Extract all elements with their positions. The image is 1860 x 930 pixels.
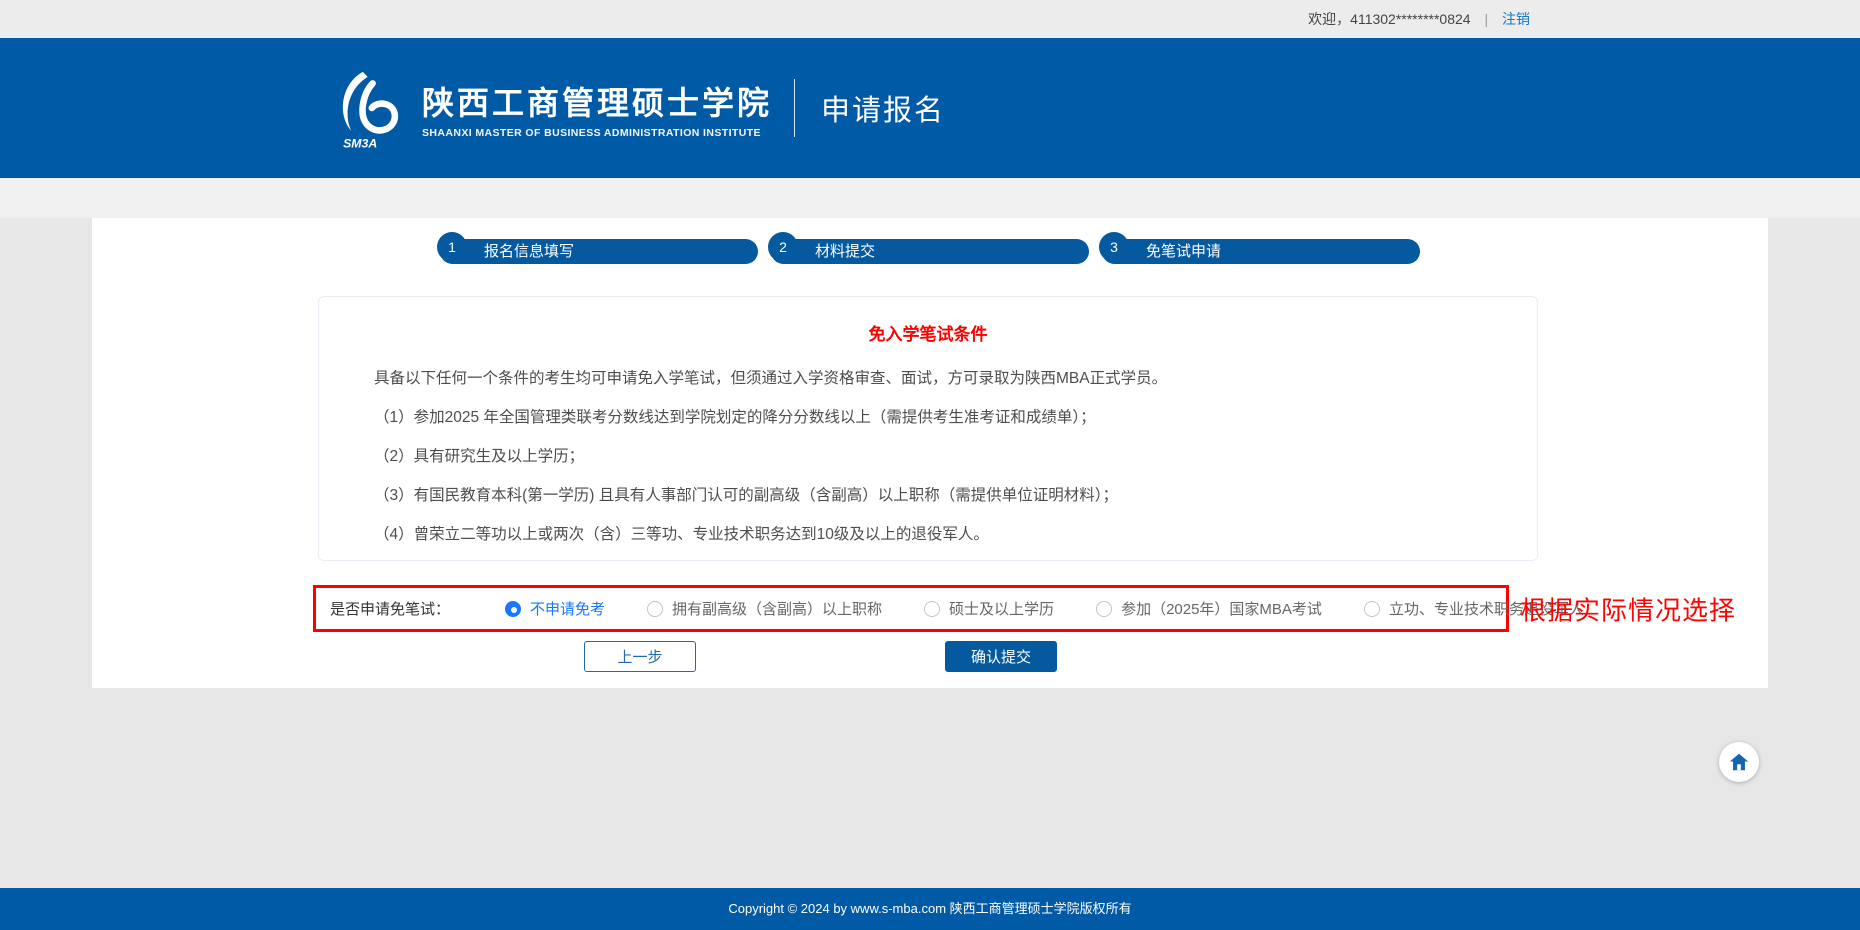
topbar-separator: | bbox=[1484, 11, 1488, 27]
institute-name-en: SHAANXI MASTER OF BUSINESS ADMINISTRATIO… bbox=[422, 127, 772, 139]
welcome-text: 欢迎，411302********0824 bbox=[1308, 11, 1470, 27]
step-tab-3[interactable]: 3 免笔试申请 bbox=[1102, 239, 1420, 264]
header: SM3A 陕西工商管理硕士学院 SHAANXI MASTER OF BUSINE… bbox=[0, 38, 1860, 178]
step-label: 报名信息填写 bbox=[440, 239, 758, 264]
home-button[interactable] bbox=[1719, 742, 1759, 782]
step-tab-2[interactable]: 2 材料提交 bbox=[771, 239, 1089, 264]
step-tabs: 1 报名信息填写 2 材料提交 3 免笔试申请 bbox=[92, 218, 1768, 268]
exemption-question-label: 是否申请免笔试： bbox=[330, 598, 450, 619]
logo-text-block: 陕西工商管理硕士学院 SHAANXI MASTER OF BUSINESS AD… bbox=[422, 78, 772, 139]
step-label: 免笔试申请 bbox=[1102, 239, 1420, 264]
content-card: 1 报名信息填写 2 材料提交 3 免笔试申请 免入学笔试条件 具备以下任何一个… bbox=[92, 218, 1768, 688]
red-annotation-text: 根据实际情况选择 bbox=[1520, 590, 1736, 627]
step-number-badge: 2 bbox=[768, 232, 798, 262]
radio-option-no-exemption[interactable]: 不申请免考 bbox=[505, 598, 605, 619]
radio-button-icon[interactable] bbox=[1364, 601, 1380, 617]
radio-option-national-mba-exam[interactable]: 参加（2025年）国家MBA考试 bbox=[1096, 598, 1322, 619]
condition-item-3: （3）有国民教育本科(第一学历) 且具有人事部门认可的副高级（含副高）以上职称（… bbox=[374, 483, 1482, 505]
exemption-choice-row: 是否申请免笔试： 不申请免考 拥有副高级（含副高）以上职称 硕士及以上学历 参加… bbox=[313, 585, 1509, 632]
radio-option-master-degree[interactable]: 硕士及以上学历 bbox=[924, 598, 1054, 619]
sub-header-band bbox=[0, 178, 1860, 218]
condition-item-2: （2）具有研究生及以上学历； bbox=[374, 444, 1482, 466]
logout-link[interactable]: 注销 bbox=[1502, 11, 1530, 27]
radio-button-icon[interactable] bbox=[924, 601, 940, 617]
condition-item-4: （4）曾荣立二等功以上或两次（含）三等功、专业技术职务达到10级及以上的退役军人… bbox=[374, 522, 1482, 544]
conditions-intro: 具备以下任何一个条件的考生均可申请免入学笔试，但须通过入学资格审查、面试，方可录… bbox=[374, 366, 1482, 388]
main-area: 1 报名信息填写 2 材料提交 3 免笔试申请 免入学笔试条件 具备以下任何一个… bbox=[0, 218, 1860, 888]
confirm-submit-button[interactable]: 确认提交 bbox=[945, 641, 1057, 672]
exemption-conditions-panel: 免入学笔试条件 具备以下任何一个条件的考生均可申请免入学笔试，但须通过入学资格审… bbox=[318, 296, 1538, 561]
copyright-text: Copyright © 2024 by www.s-mba.com 陕西工商管理… bbox=[728, 901, 1131, 916]
step-tab-1[interactable]: 1 报名信息填写 bbox=[440, 239, 758, 264]
step-number-badge: 1 bbox=[437, 232, 467, 262]
footer: Copyright © 2024 by www.s-mba.com 陕西工商管理… bbox=[0, 888, 1860, 930]
header-divider bbox=[794, 79, 795, 137]
radio-option-senior-title[interactable]: 拥有副高级（含副高）以上职称 bbox=[647, 598, 882, 619]
page-title: 申请报名 bbox=[821, 87, 945, 129]
radio-button-icon[interactable] bbox=[647, 601, 663, 617]
step-label: 材料提交 bbox=[771, 239, 1089, 264]
topbar: 欢迎，411302********0824 | 注销 bbox=[0, 0, 1860, 38]
radio-button-icon[interactable] bbox=[1096, 601, 1112, 617]
conditions-title: 免入学笔试条件 bbox=[374, 320, 1482, 345]
home-icon bbox=[1728, 751, 1750, 773]
svg-text:SM3A: SM3A bbox=[343, 136, 377, 150]
button-row: 上一步 确认提交 bbox=[92, 641, 1768, 672]
condition-item-1: （1）参加2025 年全国管理类联考分数线达到学院划定的降分分数线以上（需提供考… bbox=[374, 405, 1482, 427]
institute-name: 陕西工商管理硕士学院 bbox=[422, 78, 772, 124]
radio-button-icon[interactable] bbox=[505, 601, 521, 617]
step-number-badge: 3 bbox=[1099, 232, 1129, 262]
previous-step-button[interactable]: 上一步 bbox=[584, 641, 696, 672]
smba-logo-icon: SM3A bbox=[330, 65, 412, 151]
